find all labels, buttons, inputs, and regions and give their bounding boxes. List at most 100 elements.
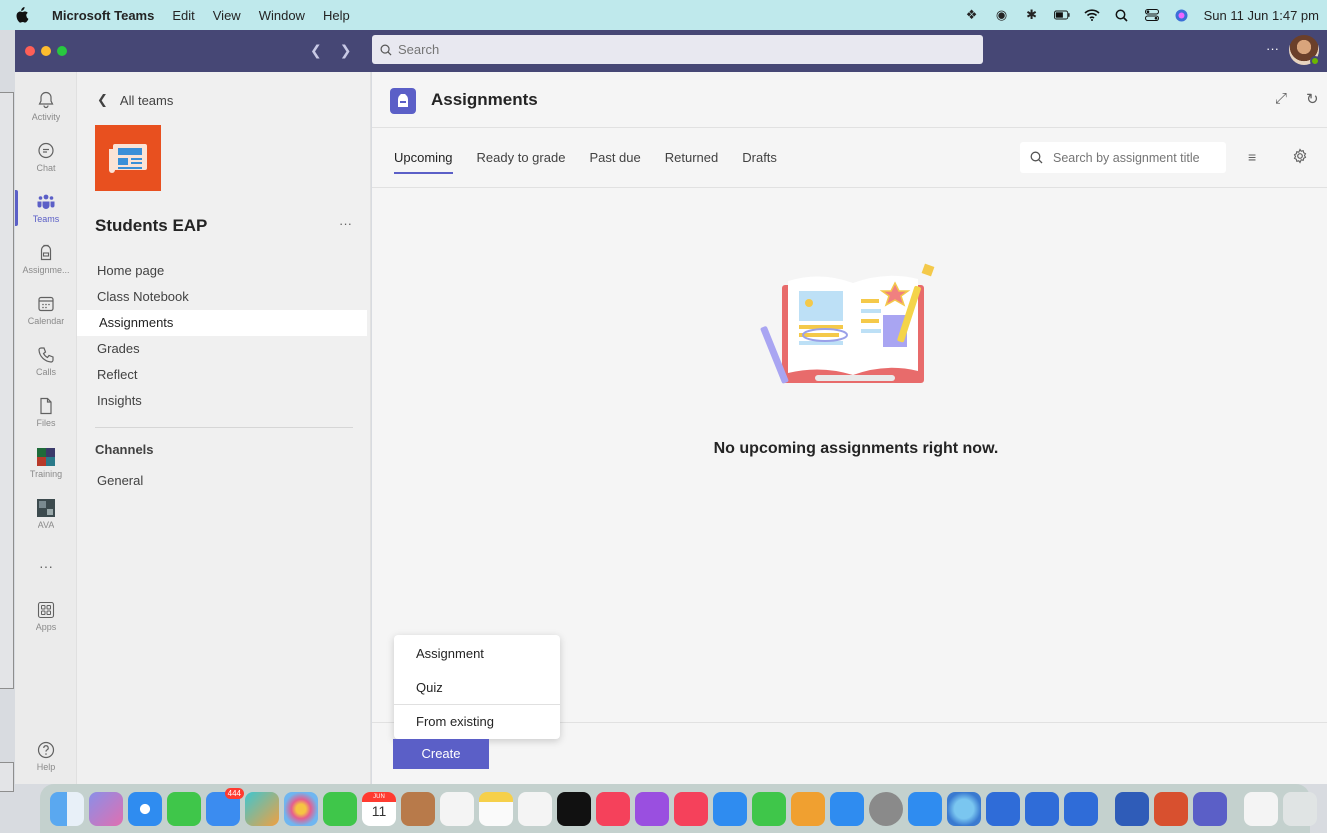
tab-past-due[interactable]: Past due (589, 150, 640, 174)
messages-icon[interactable] (167, 791, 201, 826)
rail-training[interactable]: Training (15, 439, 77, 487)
menu-help[interactable]: Help (323, 8, 350, 23)
app-rail: Activity Chat Teams Assignme... Calendar… (15, 72, 77, 784)
powerpoint-icon[interactable] (1154, 791, 1188, 826)
team-more-options-button[interactable]: ··· (339, 216, 352, 231)
finder-icon[interactable] (50, 791, 84, 826)
tab-drafts[interactable]: Drafts (742, 150, 777, 174)
team-nav-home-page[interactable]: Home page (97, 258, 164, 284)
settings-more-button[interactable]: ··· (1266, 41, 1279, 56)
spotlight-icon[interactable] (1114, 8, 1130, 22)
background-window-edge-lower (0, 762, 14, 792)
refresh-icon[interactable]: ↻ (1306, 90, 1319, 108)
menu-app-name[interactable]: Microsoft Teams (52, 8, 154, 23)
rail-help[interactable]: Help (15, 732, 77, 780)
rail-assignments[interactable]: Assignme... (15, 235, 77, 283)
mail-icon[interactable]: 444 (206, 787, 244, 826)
contacts-icon[interactable] (401, 791, 435, 826)
rail-activity[interactable]: Activity (15, 82, 77, 130)
maps-icon[interactable] (245, 791, 279, 826)
zoom-icon[interactable] (908, 791, 942, 826)
tab-returned[interactable]: Returned (665, 150, 718, 174)
news-icon[interactable] (674, 791, 708, 826)
network-icon[interactable] (947, 791, 981, 826)
all-teams-link[interactable]: ❮ All teams (97, 92, 173, 108)
menu-edit[interactable]: Edit (172, 8, 194, 23)
channels-heading[interactable]: Channels (95, 442, 154, 457)
assignment-search-input[interactable] (1053, 150, 1218, 165)
photos-icon[interactable] (284, 791, 318, 826)
trash-icon[interactable] (1283, 791, 1317, 826)
rail-calendar[interactable]: Calendar (15, 286, 77, 334)
create-menu-from-existing[interactable]: From existing (416, 712, 494, 732)
tab-ready-to-grade[interactable]: Ready to grade (477, 150, 566, 174)
pages-icon[interactable] (791, 791, 825, 826)
battery-icon[interactable] (1053, 8, 1070, 22)
team-nav-assignments[interactable]: Assignments (77, 310, 367, 336)
notes-icon[interactable] (479, 791, 513, 826)
create-button[interactable]: Create (393, 739, 489, 769)
calendar-month: JUN (362, 791, 396, 802)
numbers-icon[interactable] (752, 791, 786, 826)
safari-icon[interactable] (128, 791, 162, 826)
channel-general[interactable]: General (97, 468, 143, 494)
add-user-screen-icon[interactable] (1025, 791, 1059, 826)
team-nav-grades[interactable]: Grades (97, 336, 140, 362)
rail-more-apps[interactable]: ··· (15, 541, 77, 589)
facetime-icon[interactable] (323, 791, 357, 826)
rail-ava[interactable]: AVA (15, 490, 77, 538)
apple-icon[interactable] (12, 7, 30, 23)
launchpad-icon[interactable] (89, 791, 123, 826)
app-store-icon[interactable] (830, 791, 864, 826)
freeform-icon[interactable] (518, 791, 552, 826)
minimize-window-button[interactable] (41, 46, 51, 56)
rail-label: Apps (35, 622, 57, 632)
menubar-clock[interactable]: Sun 11 Jun 1:47 pm (1204, 8, 1319, 23)
downloads-stack-icon[interactable] (1244, 791, 1278, 826)
menu-window[interactable]: Window (259, 8, 305, 23)
menu-view[interactable]: View (213, 8, 241, 23)
rail-label: Calls (35, 367, 56, 377)
reminders-icon[interactable] (440, 791, 474, 826)
team-nav-reflect[interactable]: Reflect (97, 362, 137, 388)
forward-arrow-icon[interactable]: ❯ (340, 42, 352, 59)
filter-icon[interactable]: ≡ (1248, 149, 1256, 165)
rail-teams[interactable]: Teams (15, 184, 77, 232)
global-search-input[interactable] (398, 42, 958, 57)
wifi-icon[interactable] (1084, 8, 1100, 22)
teams-dock-icon[interactable] (1193, 791, 1227, 826)
assignment-search[interactable] (1020, 142, 1226, 173)
word-icon[interactable] (1115, 791, 1149, 826)
profile-avatar[interactable] (1289, 35, 1320, 66)
team-nav-insights[interactable]: Insights (97, 388, 142, 414)
training-app-icon (37, 448, 55, 466)
siri-icon[interactable] (1174, 8, 1190, 22)
expand-icon[interactable]: ⤢ (1275, 90, 1287, 107)
global-search[interactable] (372, 35, 983, 64)
back-arrow-icon[interactable]: ❮ (310, 42, 322, 59)
rail-apps[interactable]: Apps (15, 592, 77, 640)
tab-upcoming[interactable]: Upcoming (394, 150, 453, 174)
create-menu-quiz[interactable]: Quiz (416, 678, 443, 698)
apple-tv-icon[interactable] (557, 791, 591, 826)
rail-chat[interactable]: Chat (15, 133, 77, 181)
podcasts-icon[interactable] (635, 791, 669, 826)
calendar-app-icon[interactable]: JUN 11 (362, 791, 396, 826)
gear-icon[interactable] (1292, 148, 1308, 164)
dropbox-icon[interactable]: ❖ (964, 7, 980, 22)
remote-desktop-icon[interactable] (1064, 791, 1098, 826)
rail-calls[interactable]: Calls (15, 337, 77, 385)
screen-share-icon[interactable] (986, 791, 1020, 826)
maximize-window-button[interactable] (57, 46, 67, 56)
create-menu-assignment[interactable]: Assignment (416, 644, 484, 664)
close-window-button[interactable] (25, 46, 35, 56)
rail-files[interactable]: Files (15, 388, 77, 436)
team-logo[interactable] (95, 125, 161, 191)
password-icon[interactable]: ◉ (994, 7, 1010, 22)
team-nav-class-notebook[interactable]: Class Notebook (97, 284, 189, 310)
music-icon[interactable] (596, 791, 630, 826)
bluetooth-icon[interactable]: ✱ (1024, 7, 1040, 22)
control-center-icon[interactable] (1144, 8, 1160, 22)
keynote-icon[interactable] (713, 791, 747, 826)
system-settings-icon[interactable] (869, 791, 903, 826)
